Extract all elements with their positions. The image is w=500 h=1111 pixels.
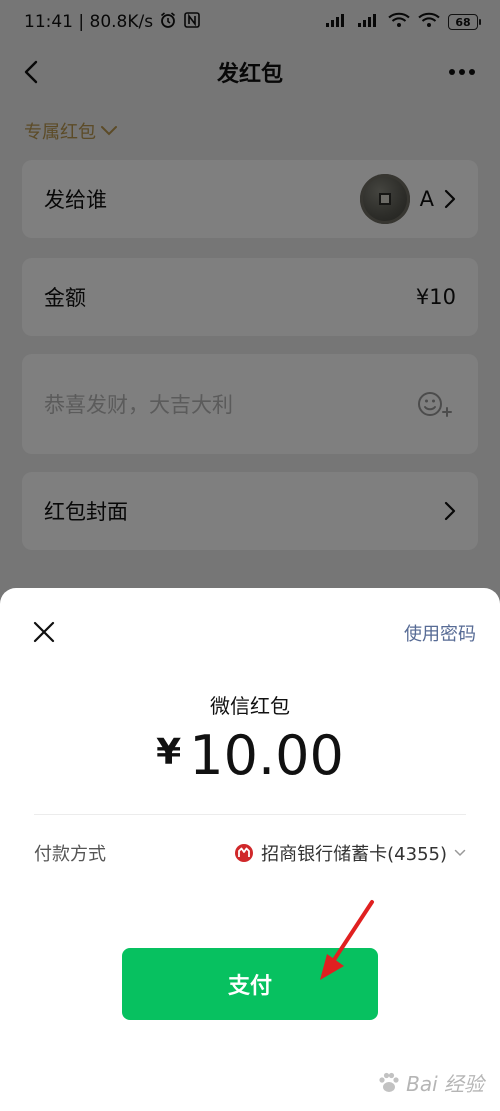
use-password-link[interactable]: 使用密码 <box>404 620 476 646</box>
payment-method-label: 付款方式 <box>34 844 106 865</box>
payment-method-value: 招商银行储蓄卡(4355) <box>261 844 447 865</box>
currency-symbol: ¥ <box>156 732 182 773</box>
chevron-down-icon <box>454 849 466 857</box>
divider <box>34 814 466 815</box>
close-icon <box>33 621 55 643</box>
payment-amount: ¥10.00 <box>0 724 500 787</box>
payment-amount-value: 10.00 <box>189 724 344 787</box>
watermark: Bai 经验 <box>376 1068 484 1097</box>
payment-method-row[interactable]: 付款方式 招商银行储蓄卡(4355) <box>34 836 466 870</box>
paw-logo-icon <box>379 1072 399 1092</box>
close-button[interactable] <box>28 616 60 648</box>
arrow-annotation <box>320 900 374 980</box>
payment-sheet: 使用密码 微信红包 ¥10.00 付款方式 招商银行储蓄卡(4355) 支付 B… <box>0 588 500 1111</box>
payment-method-selector[interactable]: 招商银行储蓄卡(4355) <box>234 840 466 866</box>
payment-title: 微信红包 <box>210 694 290 718</box>
watermark-text: Bai 经验 <box>406 1072 484 1096</box>
bank-logo-icon <box>235 844 254 862</box>
